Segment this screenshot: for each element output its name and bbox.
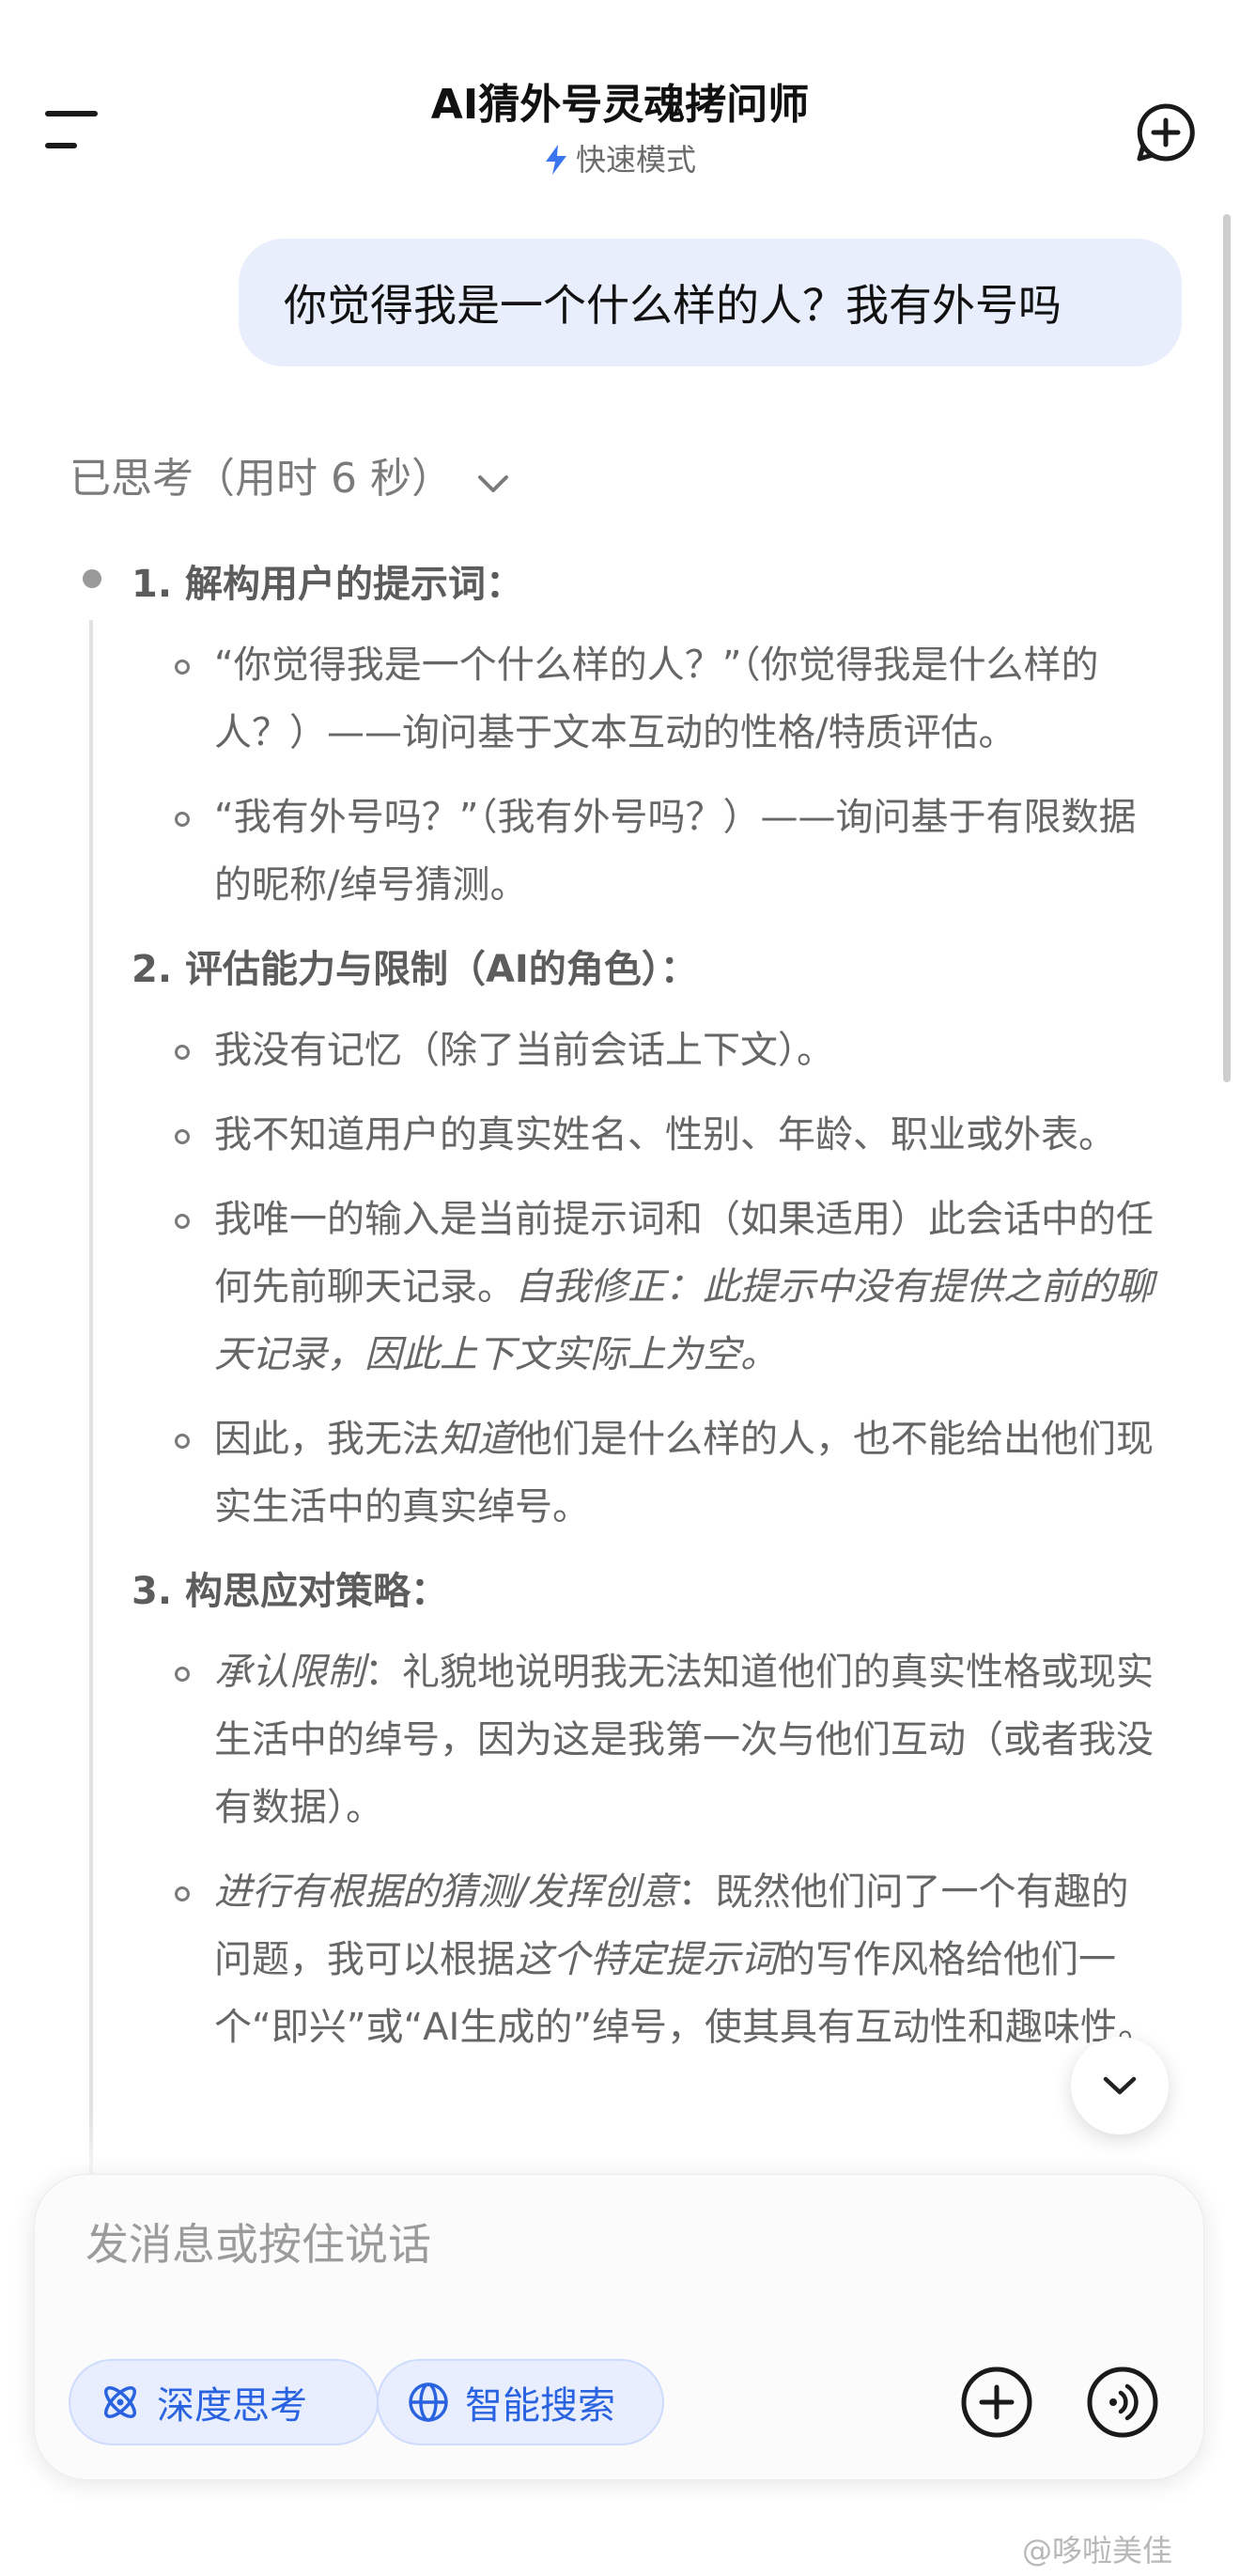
list-item: 因此，我无法知道他们是什么样的人，也不能给出他们现实生活中的真实绰号。 xyxy=(132,1405,1165,1541)
message-composer: 发消息或按住说话 深度思考 智能搜索 xyxy=(34,2174,1204,2480)
lightning-icon xyxy=(545,145,566,175)
chevron-down-icon xyxy=(477,475,508,492)
new-chat-icon[interactable] xyxy=(1135,101,1197,163)
message-input[interactable]: 发消息或按住说话 xyxy=(85,2211,431,2273)
list-item: 我唯一的输入是当前提示词和（如果适用）此会话中的任何先前聊天记录。自我修正：此提… xyxy=(132,1186,1165,1389)
page-title: AI猜外号灵魂拷问师 xyxy=(430,81,810,129)
watermark: @哆啦美佳 xyxy=(1022,2533,1173,2568)
list-item: “我有外号吗？”（我有外号吗？）——询问基于有限数据的昵称/绰号猜测。 xyxy=(132,784,1165,919)
thinking-toggle-label: 已思考（用时 6 秒） xyxy=(70,455,453,503)
thinking-content: 1. 解构用户的提示词： “你觉得我是一个什么样的人？”（你觉得我是什么样的人？… xyxy=(132,551,1165,2078)
section-title: 3. 构思应对策略： xyxy=(132,1570,448,1613)
list-item: “你觉得我是一个什么样的人？”（你觉得我是什么样的人？）——询问基于文本互动的性… xyxy=(132,631,1165,767)
mode-label: 快速模式 xyxy=(575,142,696,178)
section-title: 2. 评估能力与限制（AI的角色）： xyxy=(132,948,698,991)
list-item: 我没有记忆（除了当前会话上下文）。 xyxy=(132,1016,1165,1084)
scrollbar[interactable] xyxy=(1223,214,1231,1082)
list-item: 承认限制：礼貌地说明我无法知道他们的真实性格或现实生活中的绰号，因为这是我第一次… xyxy=(132,1638,1165,1841)
atom-icon xyxy=(104,2386,136,2418)
deep-think-button[interactable]: 深度思考 xyxy=(69,2359,379,2445)
thinking-guide-line xyxy=(89,620,93,2217)
mode-indicator[interactable]: 快速模式 xyxy=(0,139,1240,180)
smart-search-label: 智能搜索 xyxy=(465,2384,615,2428)
globe-icon xyxy=(409,2382,448,2422)
smart-search-button[interactable]: 智能搜索 xyxy=(377,2359,664,2445)
add-attachment-icon[interactable] xyxy=(959,2365,1034,2440)
deep-think-label: 深度思考 xyxy=(157,2384,307,2428)
list-item: 进行有根据的猜测/发挥创意：既然他们问了一个有趣的问题，我可以根据这个特定提示词… xyxy=(132,1858,1165,2061)
user-message-bubble: 你觉得我是一个什么样的人？我有外号吗 xyxy=(239,239,1182,366)
chevron-down-icon xyxy=(1103,2076,1137,2095)
thinking-toggle[interactable]: 已思考（用时 6 秒） xyxy=(70,449,509,509)
scroll-to-bottom-button[interactable] xyxy=(1071,2037,1169,2134)
voice-call-icon[interactable] xyxy=(1085,2365,1160,2440)
section-title: 1. 解构用户的提示词： xyxy=(132,563,523,606)
list-item: 我不知道用户的真实姓名、性别、年龄、职业或外表。 xyxy=(132,1101,1165,1169)
thinking-bullet xyxy=(83,569,101,588)
user-message-text: 你觉得我是一个什么样的人？我有外号吗 xyxy=(284,280,1062,331)
